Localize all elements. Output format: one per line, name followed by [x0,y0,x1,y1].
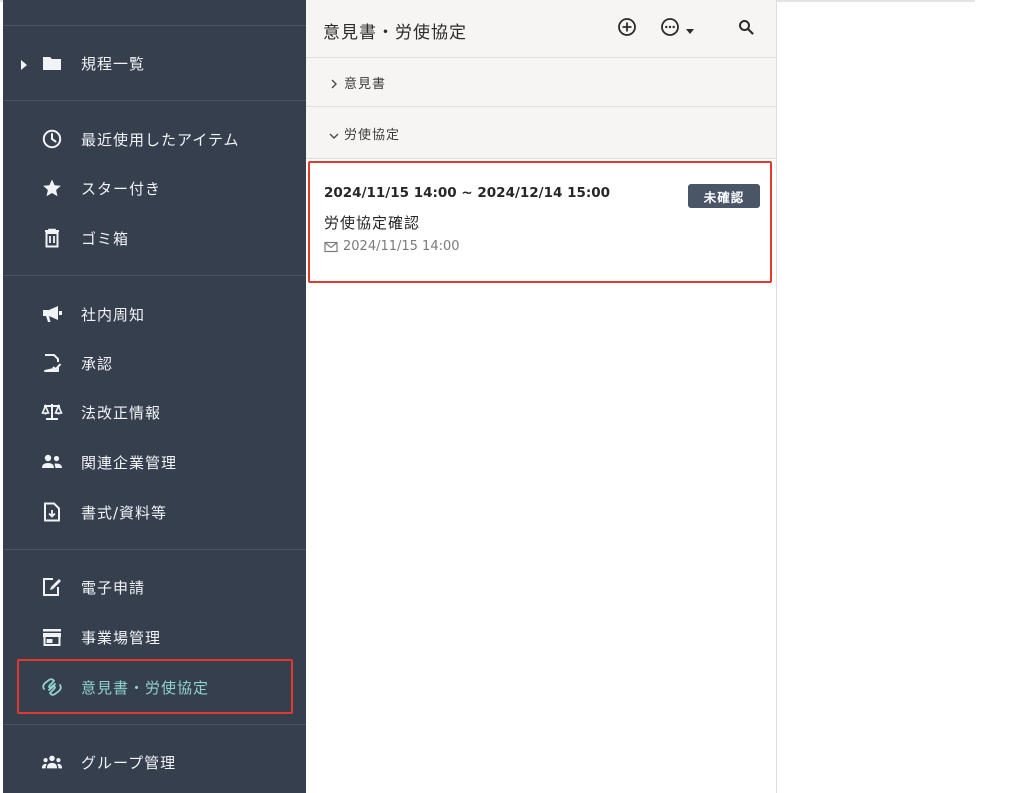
card-title: 労使協定確認 [324,214,421,232]
sidebar-item-label: スター付き [81,180,162,198]
sidebar-item-label: 規程一覧 [81,55,146,73]
handshake-icon [41,676,63,698]
sidebar-item-opinion-agreements[interactable]: 意見書・労使協定 [3,667,306,707]
add-circle-icon [617,17,637,41]
panel-header: 意見書・労使協定 [306,0,776,58]
sidebar-divider [3,549,306,550]
sidebar-item-label: 意見書・労使協定 [81,679,210,697]
sidebar-item-label: ゴミ箱 [81,230,130,248]
caret-down-icon [686,20,694,39]
sidebar-item-worksite-management[interactable]: 事業場管理 [3,617,306,657]
sidebar-item-recent[interactable]: 最近使用したアイテム [3,119,306,159]
section-label: 労使協定 [344,128,401,143]
chevron-right-icon [328,75,340,89]
more-options-button[interactable] [660,17,694,41]
sidebar-item-announcements[interactable]: 社内周知 [3,294,306,334]
megaphone-icon [41,303,63,325]
approval-document-icon [41,352,63,374]
page-title: 意見書・労使協定 [323,23,467,43]
sidebar-item-starred[interactable]: スター付き [3,168,306,208]
scale-icon [41,401,63,423]
sidebar-divider [3,275,306,276]
sidebar-divider [3,100,306,101]
sidebar-item-approval[interactable]: 承認 [3,343,306,383]
mail-icon [324,240,338,254]
sidebar: 規程一覧 最近使用したアイテム スター付き ゴミ箱 社内周知 承認 法改正情報 … [3,0,306,793]
expand-caret-icon[interactable] [20,57,28,70]
list-panel: 意見書・労使協定 意見書 労使協定 2024/11/15 14:00 ~ 202… [306,0,777,793]
sidebar-item-label: 最近使用したアイテム [81,131,240,149]
sidebar-divider [3,25,306,26]
agreement-card[interactable]: 2024/11/15 14:00 ~ 2024/12/14 15:00 未確認 … [309,162,772,282]
status-badge: 未確認 [688,184,760,208]
card-sent-date-text: 2024/11/15 14:00 [343,239,460,254]
trash-icon [41,227,63,249]
edit-document-icon [41,576,63,598]
sidebar-item-trash[interactable]: ゴミ箱 [3,218,306,258]
sidebar-item-label: 電子申請 [81,579,146,597]
sidebar-item-related-companies[interactable]: 関連企業管理 [3,442,306,482]
more-options-icon [660,17,680,41]
sidebar-item-label: グループ管理 [81,754,177,772]
sidebar-item-forms[interactable]: 書式/資料等 [3,492,306,532]
section-opinions[interactable]: 意見書 [306,58,776,107]
store-icon [41,626,63,648]
clock-icon [41,128,63,150]
add-button[interactable] [617,17,637,41]
group-icon [41,751,63,773]
people-icon [41,451,63,473]
download-document-icon [41,501,63,523]
sidebar-item-regulations[interactable]: 規程一覧 [3,43,306,83]
sidebar-item-label: 法改正情報 [81,404,162,422]
folder-icon [41,52,63,74]
sidebar-item-label: 承認 [81,355,114,373]
chevron-down-icon [328,127,340,139]
sidebar-item-label: 書式/資料等 [81,504,168,522]
search-icon [738,19,754,39]
star-icon [41,177,63,199]
sidebar-divider [3,724,306,725]
sidebar-item-label: 社内周知 [81,306,146,324]
sidebar-item-group-management[interactable]: グループ管理 [3,742,306,782]
search-button[interactable] [738,17,754,41]
card-date-range: 2024/11/15 14:00 ~ 2024/12/14 15:00 [324,185,611,201]
sidebar-item-e-application[interactable]: 電子申請 [3,567,306,607]
sidebar-item-label: 事業場管理 [81,629,162,647]
section-labor-agreements[interactable]: 労使協定 [306,107,776,159]
sidebar-item-law-updates[interactable]: 法改正情報 [3,392,306,432]
sidebar-item-label: 関連企業管理 [81,454,178,472]
app-window: 規程一覧 最近使用したアイテム スター付き ゴミ箱 社内周知 承認 法改正情報 … [0,0,1024,793]
section-label: 意見書 [344,77,387,92]
card-sent-date: 2024/11/15 14:00 [324,239,460,254]
